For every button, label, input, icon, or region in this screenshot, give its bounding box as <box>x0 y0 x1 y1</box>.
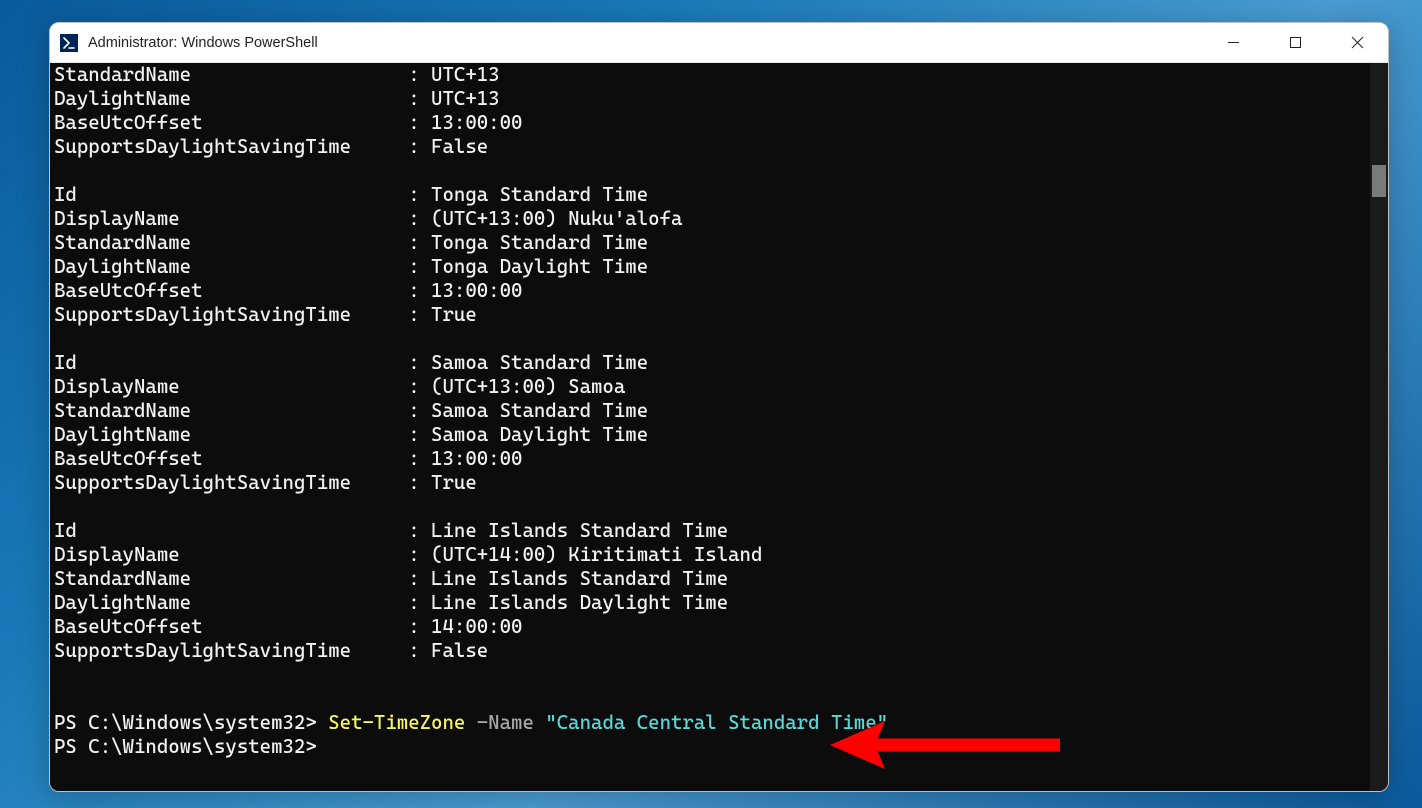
output-value: 14:00:00 <box>431 615 522 639</box>
output-row: SupportsDaylightSavingTime : False <box>54 135 1366 159</box>
output-row: Id : Samoa Standard Time <box>54 351 1366 375</box>
cmdlet-name: Set-TimeZone <box>328 711 465 735</box>
output-key: SupportsDaylightSavingTime <box>54 303 397 327</box>
output-row: DaylightName : Samoa Daylight Time <box>54 423 1366 447</box>
output-row: StandardName : Line Islands Standard Tim… <box>54 567 1366 591</box>
output-row: Id : Tonga Standard Time <box>54 183 1366 207</box>
prompt-line[interactable]: PS C:\Windows\system32> <box>54 735 1366 759</box>
output-key: DisplayName <box>54 375 397 399</box>
output-key: StandardName <box>54 567 397 591</box>
output-value: 13:00:00 <box>431 279 522 303</box>
output-value: Tonga Daylight Time <box>431 255 648 279</box>
output-row: DisplayName : (UTC+14:00) Kiritimati Isl… <box>54 543 1366 567</box>
output-row: BaseUtcOffset : 14:00:00 <box>54 615 1366 639</box>
output-key: StandardName <box>54 63 397 87</box>
output-value: Tonga Standard Time <box>431 231 648 255</box>
output-value: Line Islands Standard Time <box>431 567 728 591</box>
minimize-button[interactable] <box>1202 23 1264 62</box>
output-row: DaylightName : Tonga Daylight Time <box>54 255 1366 279</box>
output-key: Id <box>54 351 397 375</box>
output-row: SupportsDaylightSavingTime : False <box>54 639 1366 663</box>
prompt-path: PS C:\Windows\system32> <box>54 711 328 735</box>
output-key: DaylightName <box>54 87 397 111</box>
output-value: Tonga Standard Time <box>431 183 648 207</box>
output-value: False <box>431 639 488 663</box>
scrollbar-thumb[interactable] <box>1372 165 1386 197</box>
output-row: DisplayName : (UTC+13:00) Samoa <box>54 375 1366 399</box>
scrollbar-track[interactable] <box>1370 63 1388 791</box>
output-key: BaseUtcOffset <box>54 615 397 639</box>
maximize-button[interactable] <box>1264 23 1326 62</box>
output-row: StandardName : Samoa Standard Time <box>54 399 1366 423</box>
output-key: SupportsDaylightSavingTime <box>54 471 397 495</box>
output-key: DaylightName <box>54 591 397 615</box>
output-key: Id <box>54 183 397 207</box>
output-key: DisplayName <box>54 543 397 567</box>
output-value: UTC+13 <box>431 63 500 87</box>
output-row: DaylightName : UTC+13 <box>54 87 1366 111</box>
output-key: DaylightName <box>54 255 397 279</box>
output-value: Samoa Daylight Time <box>431 423 648 447</box>
output-key: SupportsDaylightSavingTime <box>54 135 397 159</box>
output-row: DisplayName : (UTC+13:00) Nuku'alofa <box>54 207 1366 231</box>
output-key: StandardName <box>54 231 397 255</box>
output-value: Line Islands Standard Time <box>431 519 728 543</box>
cmdlet-arg: "Canada Central Standard Time" <box>545 711 888 735</box>
output-value: (UTC+13:00) Samoa <box>431 375 625 399</box>
window-title: Administrator: Windows PowerShell <box>88 35 318 51</box>
output-row: BaseUtcOffset : 13:00:00 <box>54 447 1366 471</box>
output-row: BaseUtcOffset : 13:00:00 <box>54 111 1366 135</box>
output-row: Id : Line Islands Standard Time <box>54 519 1366 543</box>
output-key: DaylightName <box>54 423 397 447</box>
output-key: StandardName <box>54 399 397 423</box>
output-key: BaseUtcOffset <box>54 447 397 471</box>
output-value: Line Islands Daylight Time <box>431 591 728 615</box>
prompt-line[interactable]: PS C:\Windows\system32> Set-TimeZone -Na… <box>54 711 1366 735</box>
output-value: 13:00:00 <box>431 111 522 135</box>
output-value: 13:00:00 <box>431 447 522 471</box>
output-value: Samoa Standard Time <box>431 351 648 375</box>
output-value: (UTC+14:00) Kiritimati Island <box>431 543 762 567</box>
output-row: StandardName : UTC+13 <box>54 63 1366 87</box>
output-value: True <box>431 303 477 327</box>
output-key: SupportsDaylightSavingTime <box>54 639 397 663</box>
output-value: False <box>431 135 488 159</box>
output-row: StandardName : Tonga Standard Time <box>54 231 1366 255</box>
output-key: Id <box>54 519 397 543</box>
terminal-output-area[interactable]: StandardName : UTC+13DaylightName : UTC+… <box>50 63 1370 791</box>
close-button[interactable] <box>1326 23 1388 62</box>
output-value: Samoa Standard Time <box>431 399 648 423</box>
powershell-window: Administrator: Windows PowerShell Standa… <box>49 22 1389 792</box>
output-key: BaseUtcOffset <box>54 279 397 303</box>
output-value: True <box>431 471 477 495</box>
output-row: SupportsDaylightSavingTime : True <box>54 471 1366 495</box>
output-key: DisplayName <box>54 207 397 231</box>
output-row: SupportsDaylightSavingTime : True <box>54 303 1366 327</box>
output-value: UTC+13 <box>431 87 500 111</box>
output-value: (UTC+13:00) Nuku'alofa <box>431 207 682 231</box>
output-row: DaylightName : Line Islands Daylight Tim… <box>54 591 1366 615</box>
titlebar[interactable]: Administrator: Windows PowerShell <box>50 23 1388 63</box>
cmdlet-param: -Name <box>465 711 545 735</box>
window-controls <box>1202 23 1388 62</box>
output-row: BaseUtcOffset : 13:00:00 <box>54 279 1366 303</box>
powershell-icon <box>60 34 78 52</box>
prompt-path: PS C:\Windows\system32> <box>54 735 317 759</box>
output-key: BaseUtcOffset <box>54 111 397 135</box>
